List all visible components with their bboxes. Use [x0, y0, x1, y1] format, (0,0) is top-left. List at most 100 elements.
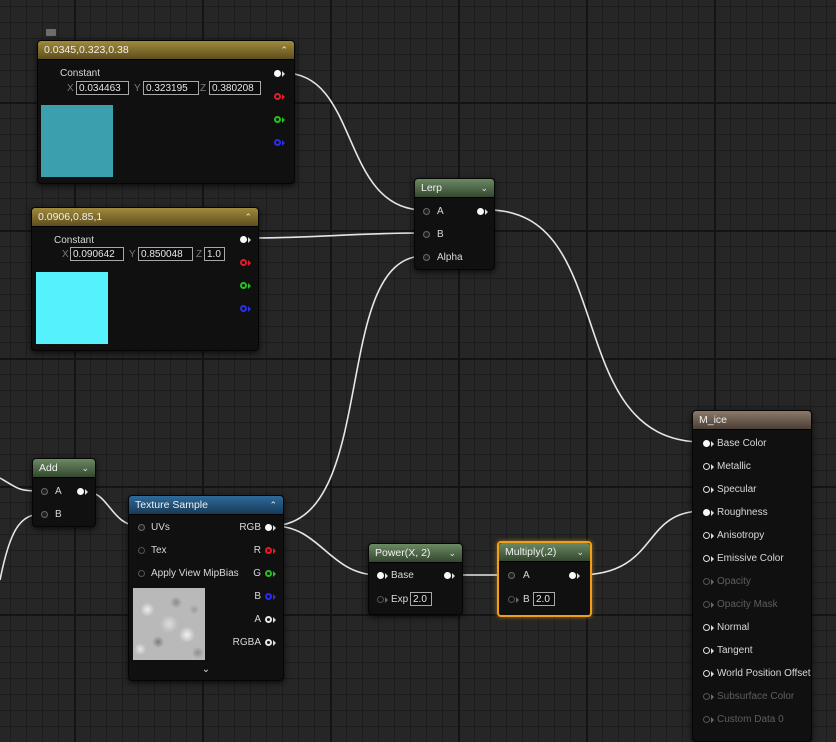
output-pin-g[interactable]	[274, 116, 281, 123]
wire-multiply-to-roughness[interactable]	[577, 510, 704, 576]
input-pin-specular[interactable]	[703, 486, 710, 493]
texture-sample-node[interactable]: Texture Sample ⌃ UVs Tex Apply View MipB…	[128, 495, 284, 681]
input-pin-world-position-offset[interactable]	[703, 670, 710, 677]
output-pin[interactable]	[77, 488, 84, 495]
pin-label-b: B	[437, 229, 444, 240]
wire-lerp-to-base-color[interactable]	[487, 209, 704, 443]
input-pin-b[interactable]	[41, 511, 48, 518]
input-arrow-icon	[385, 597, 388, 603]
output-pin-g[interactable]	[265, 570, 272, 577]
node-header[interactable]: 0.0345,0.323,0.38 ⌃	[38, 41, 294, 60]
input-pin-alpha[interactable]	[423, 254, 430, 261]
chevron-down-icon[interactable]: ⌄	[480, 179, 488, 198]
output-pin-rgb[interactable]	[274, 70, 281, 77]
output-pin-a[interactable]	[265, 616, 272, 623]
exp-value-field[interactable]: 2.0	[410, 592, 432, 606]
output-pin[interactable]	[477, 208, 484, 215]
multiply-node[interactable]: Multiply(,2) ⌄ A B 2.0	[497, 541, 592, 617]
output-arrow-icon	[485, 209, 488, 215]
input-pin-a[interactable]	[41, 488, 48, 495]
node-header[interactable]: Texture Sample ⌃	[129, 496, 283, 515]
input-pin-subsurface-color	[703, 693, 710, 700]
output-arrow-icon	[273, 571, 276, 577]
output-pin[interactable]	[444, 572, 451, 579]
input-pin-a[interactable]	[508, 572, 515, 579]
input-pin-emissive-color[interactable]	[703, 555, 710, 562]
output-pin-r[interactable]	[240, 259, 247, 266]
pin-label-b: B	[523, 594, 530, 605]
input-label-specular: Specular	[717, 484, 757, 495]
y-value-field[interactable]: 0.850048	[138, 247, 193, 261]
input-arrow-icon	[711, 510, 714, 516]
output-arrow-icon	[273, 548, 276, 554]
output-pin-rgba[interactable]	[265, 639, 272, 646]
input-arrow-icon	[711, 556, 714, 562]
input-label-normal: Normal	[717, 622, 750, 633]
wire-const1-to-lerp-a[interactable]	[283, 72, 425, 211]
input-arrow-icon	[711, 694, 714, 700]
input-pin-metallic[interactable]	[703, 463, 710, 470]
input-pin-exp[interactable]	[377, 596, 384, 603]
output-pin-rgb[interactable]	[240, 236, 247, 243]
lerp-node[interactable]: Lerp ⌄ A B Alpha	[414, 178, 495, 270]
node-header[interactable]: Multiply(,2) ⌄	[499, 543, 590, 562]
output-arrow-icon	[282, 71, 285, 77]
pin-label-apply-view-mipbias: Apply View MipBias	[151, 568, 239, 579]
x-value-field[interactable]: 0.034463	[76, 81, 129, 95]
input-pin-uvs[interactable]	[138, 524, 145, 531]
b-value-field[interactable]: 2.0	[533, 592, 555, 606]
output-arrow-icon	[248, 260, 251, 266]
chevron-up-icon[interactable]: ⌃	[244, 208, 252, 227]
material-result-node[interactable]: M_ice Base Color Metallic Specular Roughnes…	[692, 410, 812, 742]
z-value-field[interactable]: 0.380208	[209, 81, 261, 95]
node-header[interactable]: 0.0906,0.85,1 ⌃	[32, 208, 258, 227]
pin-label-rgba: RGBA	[232, 637, 261, 648]
input-pin-apply-view-mipbias[interactable]	[138, 570, 145, 577]
chevron-down-icon[interactable]: ⌄	[448, 544, 456, 563]
pin-label-b: B	[254, 591, 261, 602]
y-axis-label: Y	[129, 249, 136, 260]
x-value-field[interactable]: 0.090642	[70, 247, 124, 261]
node-header[interactable]: M_ice	[693, 411, 811, 430]
input-pin-anisotropy[interactable]	[703, 532, 710, 539]
chevron-down-icon[interactable]: ⌄	[129, 664, 283, 675]
pin-label-tex: Tex	[151, 545, 167, 556]
output-pin-b[interactable]	[274, 139, 281, 146]
input-pin-b[interactable]	[423, 231, 430, 238]
power-node[interactable]: Power(X, 2) ⌄ Base Exp 2.0	[368, 543, 463, 615]
input-pin-base[interactable]	[377, 572, 384, 579]
input-pin-tangent[interactable]	[703, 647, 710, 654]
z-value-field[interactable]: 1.0	[204, 247, 225, 261]
output-pin-r[interactable]	[265, 547, 272, 554]
chevron-down-icon[interactable]: ⌄	[576, 543, 584, 562]
node-header[interactable]: Power(X, 2) ⌄	[369, 544, 462, 563]
input-pin-b[interactable]	[508, 596, 515, 603]
output-pin-r[interactable]	[274, 93, 281, 100]
node-header[interactable]: Lerp ⌄	[415, 179, 494, 198]
output-pin[interactable]	[569, 572, 576, 579]
x-axis-label: X	[62, 249, 69, 260]
constant3vector-node-1[interactable]: 0.0345,0.323,0.38 ⌃ Constant X 0.034463 …	[37, 40, 295, 184]
output-pin-rgb[interactable]	[265, 524, 272, 531]
input-pin-base-color[interactable]	[703, 440, 710, 447]
output-pin-b[interactable]	[265, 593, 272, 600]
output-arrow-icon	[282, 94, 285, 100]
output-pin-g[interactable]	[240, 282, 247, 289]
output-pin-b[interactable]	[240, 305, 247, 312]
wire-texture-rgb-to-power-base[interactable]	[273, 525, 379, 576]
wire-texture-rgb-to-lerp-alpha[interactable]	[273, 255, 425, 527]
input-pin-roughness[interactable]	[703, 509, 710, 516]
add-node[interactable]: Add ⌄ A B	[32, 458, 96, 527]
chevron-down-icon[interactable]: ⌄	[81, 459, 89, 478]
constant3vector-node-2[interactable]: 0.0906,0.85,1 ⌃ Constant X 0.090642 Y 0.…	[31, 207, 259, 351]
node-header[interactable]: Add ⌄	[33, 459, 95, 478]
chevron-up-icon[interactable]: ⌃	[280, 41, 288, 60]
input-pin-tex[interactable]	[138, 547, 145, 554]
output-arrow-icon	[85, 489, 88, 495]
chevron-up-icon[interactable]: ⌃	[269, 496, 277, 515]
input-pin-normal[interactable]	[703, 624, 710, 631]
wire-const2-to-lerp-b[interactable]	[247, 232, 425, 239]
comment-bubble-icon[interactable]	[46, 29, 56, 36]
input-pin-a[interactable]	[423, 208, 430, 215]
y-value-field[interactable]: 0.323195	[143, 81, 199, 95]
